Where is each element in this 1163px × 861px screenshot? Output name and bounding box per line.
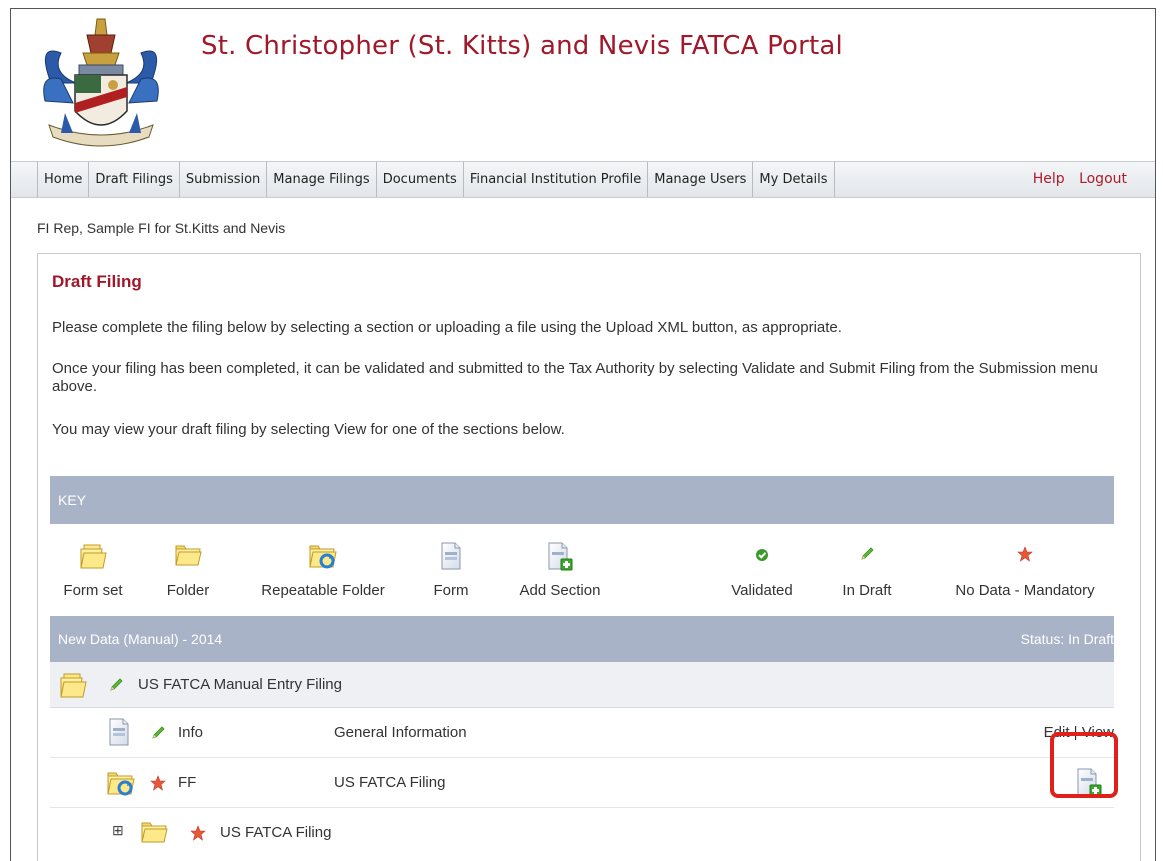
nav-item-home[interactable]: Home: [38, 162, 90, 197]
form-icon: [440, 542, 462, 570]
in-draft-pencil-icon: [108, 677, 124, 693]
help-link[interactable]: Help: [1033, 171, 1065, 187]
instruction-text-1: Please complete the filing below by sele…: [52, 319, 842, 336]
nav-menu: Home Draft Filings Submission Manage Fil…: [37, 162, 835, 197]
nav-item-documents[interactable]: Documents: [377, 162, 464, 197]
nav-item-submission[interactable]: Submission: [180, 162, 268, 197]
validated-check-icon: [755, 548, 769, 562]
key-item-form: Form: [426, 524, 476, 616]
key-item-folder: Folder: [158, 524, 218, 616]
key-header: KEY: [50, 476, 1114, 524]
key-legend: Form set Folder Repeatable Folder Form A…: [50, 524, 1114, 616]
section-code: FF: [178, 774, 197, 791]
key-item-validated: Validated: [722, 524, 802, 616]
form-icon: [108, 718, 130, 746]
in-draft-pencil-icon: [859, 546, 875, 562]
nav-item-manage-filings[interactable]: Manage Filings: [267, 162, 377, 197]
tree-row-sub-folder[interactable]: ⊞ US FATCA Filing: [50, 808, 1114, 858]
main-nav: Home Draft Filings Submission Manage Fil…: [11, 161, 1155, 198]
section-name: US FATCA Filing: [220, 824, 332, 841]
tree-row-root[interactable]: US FATCA Manual Entry Filing: [50, 662, 1114, 708]
key-item-add-section: Add Section: [510, 524, 610, 616]
tree-row-ff[interactable]: FF US FATCA Filing: [50, 758, 1114, 808]
folder-icon: [140, 819, 168, 845]
mandatory-star-icon: [190, 825, 206, 841]
add-section-icon: [547, 542, 573, 572]
header: St. Christopher (St. Kitts) and Nevis FA…: [11, 9, 1155, 161]
page-title: Draft Filing: [52, 272, 142, 291]
section-code: Info: [178, 724, 204, 741]
tree-row-label: US FATCA Manual Entry Filing: [138, 676, 342, 693]
nav-item-fi-profile[interactable]: Financial Institution Profile: [464, 162, 649, 197]
portal-window: St. Christopher (St. Kitts) and Nevis FA…: [10, 8, 1156, 861]
instruction-text-2: Once your filing has been completed, it …: [52, 360, 1098, 395]
expand-icon[interactable]: ⊞: [112, 822, 124, 839]
instruction-text-3: You may view your draft filing by select…: [52, 421, 565, 438]
tree-row-info[interactable]: Info General Information Edit | View: [50, 708, 1114, 758]
section-name: General Information: [334, 724, 467, 741]
logout-link[interactable]: Logout: [1079, 171, 1127, 187]
nav-right-links: Help Logout: [1023, 162, 1127, 197]
filing-header: New Data (Manual) - 2014 Status: In Draf…: [50, 616, 1114, 662]
section-name: US FATCA Filing: [334, 774, 446, 791]
key-item-form-set: Form set: [60, 524, 126, 616]
key-item-no-data-mandatory: No Data - Mandatory: [940, 524, 1110, 616]
nav-item-my-details[interactable]: My Details: [753, 162, 835, 197]
filing-status: Status: In Draft: [1020, 631, 1114, 647]
form-set-icon: [58, 671, 88, 699]
in-draft-pencil-icon: [150, 725, 166, 741]
nav-item-manage-users[interactable]: Manage Users: [648, 162, 754, 197]
filing-title: New Data (Manual) - 2014: [58, 631, 223, 647]
form-set-icon: [78, 542, 108, 570]
key-item-in-draft: In Draft: [834, 524, 900, 616]
mandatory-star-icon: [150, 775, 166, 791]
key-item-repeatable-folder: Repeatable Folder: [258, 524, 388, 616]
repeatable-folder-icon: [106, 769, 136, 797]
repeatable-folder-icon: [308, 542, 338, 570]
folder-icon: [174, 542, 202, 568]
callout-highlight-box: [1050, 732, 1118, 798]
portal-title: St. Christopher (St. Kitts) and Nevis FA…: [201, 31, 843, 61]
nav-item-draft-filings[interactable]: Draft Filings: [89, 162, 180, 197]
user-info: FI Rep, Sample FI for St.Kitts and Nevis: [37, 220, 286, 236]
mandatory-star-icon: [1017, 546, 1033, 562]
draft-filing-panel: Draft Filing Please complete the filing …: [37, 253, 1141, 861]
coat-of-arms-logo: [43, 18, 159, 147]
